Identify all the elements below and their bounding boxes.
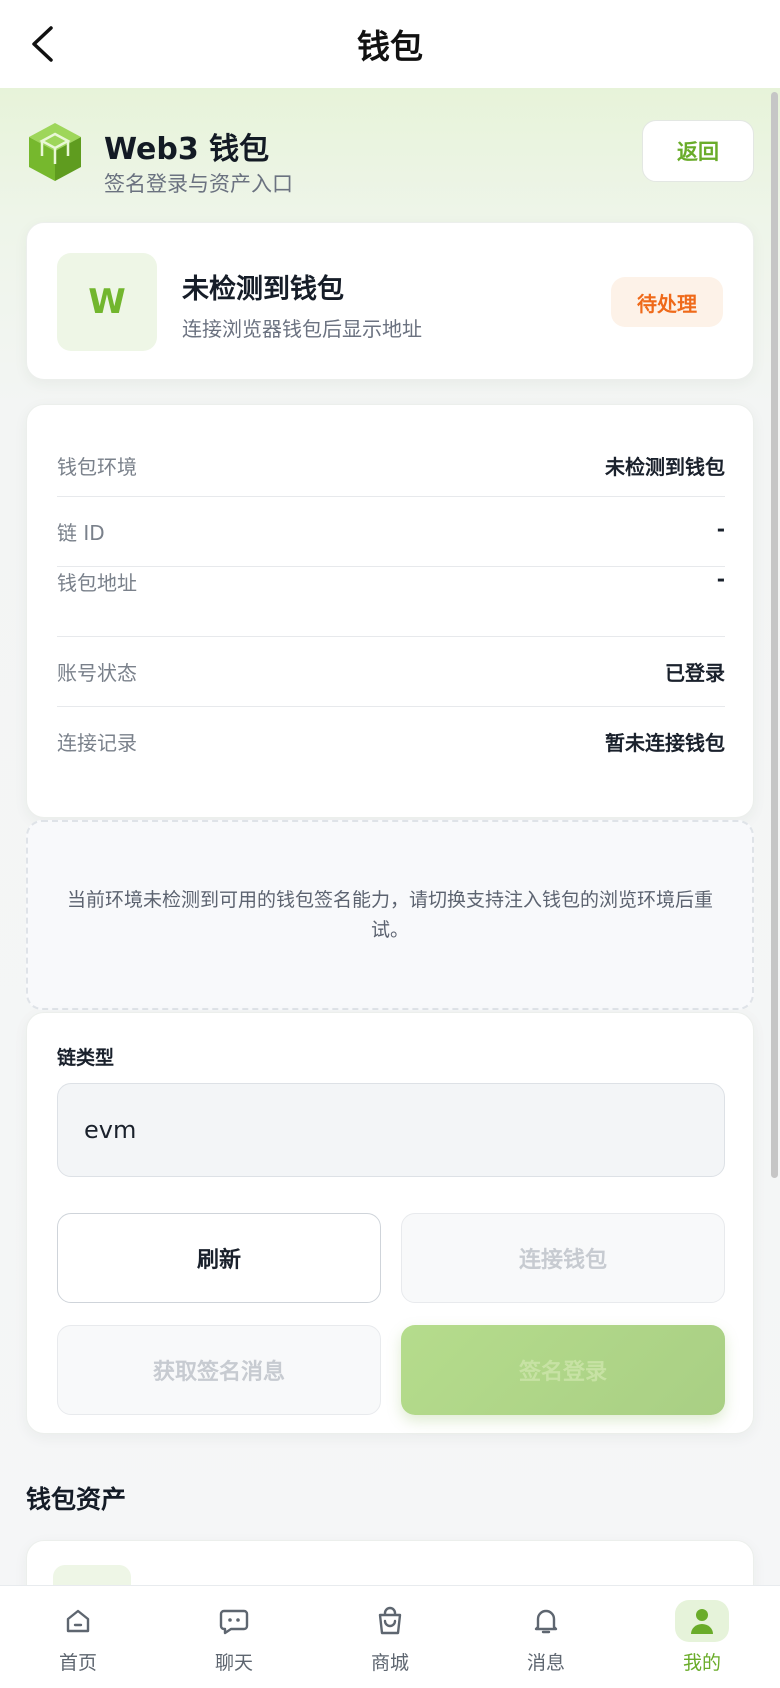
wallet-assets-title: 钱包资产 [26, 1485, 127, 1514]
chevron-left-icon[interactable] [22, 24, 62, 64]
tab-home[interactable]: 首页 [0, 1586, 156, 1688]
wallet-avatar: W [57, 253, 157, 351]
chain-type-input[interactable]: evm [57, 1083, 725, 1177]
wallet-assets-card [26, 1540, 754, 1585]
hero-title: Web3 钱包 [104, 132, 270, 167]
wallet-status-card: W 未检测到钱包 连接浏览器钱包后显示地址 待处理 [26, 222, 754, 380]
tab-shop[interactable]: 商城 [312, 1586, 468, 1688]
connect-wallet-button[interactable]: 连接钱包 [401, 1213, 725, 1303]
tab-label: 我的 [682, 1652, 721, 1674]
info-row-account-status: 账号状态 已登录 [57, 637, 725, 707]
wallet-info-card: 钱包环境 未检测到钱包 链 ID - 钱包地址 - 账号状态 已登录 连接记录 … [26, 404, 754, 818]
tab-mine[interactable]: 我的 [624, 1586, 780, 1688]
top-navigation-bar: 钱包 [0, 0, 780, 88]
info-row-environment: 钱包环境 未检测到钱包 [57, 427, 725, 497]
info-value: 暂未连接钱包 [605, 731, 725, 755]
tab-label: 消息 [526, 1652, 565, 1674]
home-icon [51, 1600, 105, 1642]
bottom-tab-bar: 首页 聊天 商城 消息 我的 [0, 1585, 780, 1688]
info-value: - [716, 567, 725, 591]
info-key: 钱包环境 [57, 455, 137, 479]
info-value: 已登录 [665, 661, 725, 685]
scrollbar[interactable] [771, 92, 778, 1178]
info-row-connection-record: 连接记录 暂未连接钱包 [57, 707, 725, 777]
sign-login-button[interactable]: 签名登录 [401, 1325, 725, 1415]
info-row-address: 钱包地址 - [57, 567, 725, 637]
tab-label: 首页 [58, 1652, 97, 1674]
shopping-bag-icon [363, 1600, 417, 1642]
info-value: - [716, 517, 725, 541]
tab-label: 商城 [370, 1652, 409, 1674]
tab-chat[interactable]: 聊天 [156, 1586, 312, 1688]
bell-icon [519, 1600, 573, 1642]
chain-type-label: 链类型 [57, 1047, 115, 1069]
chat-icon [207, 1600, 261, 1642]
tab-label: 聊天 [214, 1652, 253, 1674]
refresh-button[interactable]: 刷新 [57, 1213, 381, 1303]
asset-icon-placeholder [53, 1565, 131, 1585]
wallet-hero: Web3 钱包 签名登录与资产入口 返回 [26, 118, 754, 198]
return-button[interactable]: 返回 [642, 120, 754, 182]
info-row-chain-id: 链 ID - [57, 497, 725, 567]
info-value: 未检测到钱包 [605, 455, 725, 479]
get-sign-message-button[interactable]: 获取签名消息 [57, 1325, 381, 1415]
user-icon [675, 1600, 729, 1642]
status-badge: 待处理 [611, 277, 723, 327]
info-key: 钱包地址 [57, 571, 137, 595]
info-key: 连接记录 [57, 731, 137, 755]
hero-subtitle: 签名登录与资产入口 [104, 172, 293, 196]
wallet-notice: 当前环境未检测到可用的钱包签名能力，请切换支持注入钱包的浏览环境后重试。 [26, 820, 754, 1010]
info-key: 链 ID [57, 521, 105, 545]
info-key: 账号状态 [57, 661, 137, 685]
wallet-action-card: 链类型 evm 刷新 连接钱包 获取签名消息 签名登录 [26, 1012, 754, 1434]
page-content[interactable]: Web3 钱包 签名登录与资产入口 返回 W 未检测到钱包 连接浏览器钱包后显示… [0, 88, 780, 1585]
cube-icon [26, 120, 84, 184]
tab-messages[interactable]: 消息 [468, 1586, 624, 1688]
wallet-status-subtitle: 连接浏览器钱包后显示地址 [182, 317, 422, 341]
wallet-status-title: 未检测到钱包 [182, 274, 344, 305]
page-title: 钱包 [357, 27, 423, 66]
